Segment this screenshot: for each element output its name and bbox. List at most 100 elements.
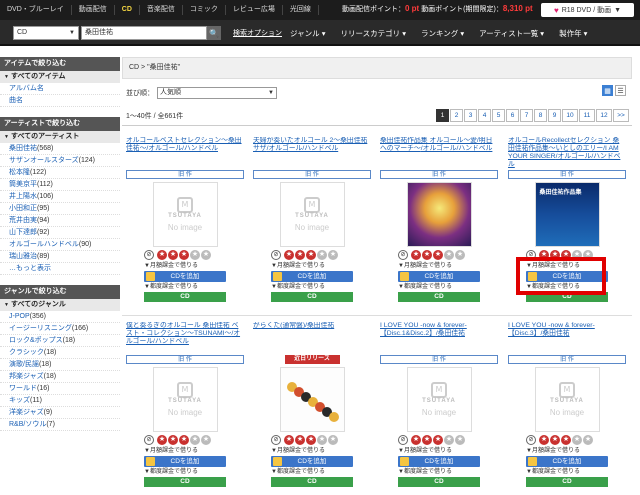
cd-format-button[interactable]: CD — [144, 292, 226, 302]
cd-format-button[interactable]: CD — [271, 292, 353, 302]
no-rating-icon[interactable]: ⊘ — [398, 435, 408, 445]
product-artist[interactable]: /桑田佳祐 — [540, 330, 569, 337]
rental-monthly-link[interactable]: ▼月額課金で借りる — [126, 447, 244, 455]
mainnav-item[interactable]: ジャンル ▾ — [290, 28, 325, 39]
sidebar-item-label[interactable]: 邦楽ジャズ — [9, 373, 44, 380]
search-input[interactable]: 桑田佳祐 — [81, 26, 207, 40]
category-select[interactable]: CD ▼ — [13, 26, 79, 40]
sidebar-item[interactable]: 桑田佳祐(568) — [0, 143, 120, 155]
cd-format-button[interactable]: CD — [398, 477, 480, 487]
product-title[interactable]: 桑田佳祐作品集 オルゴール〜愛/明日へのマーチ〜/オルゴール/ハンドベル — [380, 137, 498, 169]
sidebar-item-label[interactable]: J-POP — [9, 313, 30, 320]
topnav-item[interactable]: 音楽配信 — [140, 5, 183, 15]
sidebar-item-label[interactable]: オルゴールハンドベル — [9, 241, 79, 248]
add-cd-button[interactable]: CDを追加 — [526, 456, 608, 467]
sidebar-item[interactable]: 演歌/民謡(18) — [0, 359, 120, 371]
page-button[interactable]: 12 — [596, 109, 612, 122]
sidebar-item-label[interactable]: 井上陽水 — [9, 193, 37, 200]
rental-each-link[interactable]: ▼都度課金で借りる — [126, 468, 244, 476]
product-artist[interactable]: /オルゴール/ハンドベル — [421, 145, 493, 152]
product-artist[interactable]: /桑田佳祐 — [436, 330, 465, 337]
star-icon[interactable]: ★ — [433, 250, 443, 260]
sidebar-item[interactable]: 松本隆(122) — [0, 167, 120, 179]
items-all[interactable]: すべてのアイテム — [0, 71, 120, 83]
product-artist[interactable]: /オルゴール/ハンドベル — [267, 145, 339, 152]
product-title[interactable]: 夫婦が奏いたオルゴール 2〜桑田佳祐サザ/オルゴール/ハンドベル — [253, 137, 371, 169]
product-jacket[interactable]: Ⅿ TSUTAYA No image — [152, 182, 218, 247]
star-icon[interactable]: ★ — [433, 435, 443, 445]
sidebar-item[interactable]: アルバム名 — [0, 83, 120, 95]
add-cd-button[interactable]: CDを追加 — [144, 271, 226, 282]
rental-monthly-link[interactable]: ▼月額課金で借りる — [253, 262, 371, 270]
star-icon[interactable]: ★ — [317, 435, 327, 445]
sidebar-item-label[interactable]: 松本隆 — [9, 169, 30, 176]
product-title[interactable]: オルゴールベストセレクション〜桑田佳祐〜/オルゴール/ハンドベル — [126, 137, 244, 169]
sidebar-item-label[interactable]: R&B/ソウル — [9, 421, 46, 428]
page-button[interactable]: 1 — [436, 109, 449, 122]
sidebar-item-label[interactable]: 荒井由実 — [9, 217, 37, 224]
star-icon[interactable]: ★ — [306, 435, 316, 445]
sidebar-item[interactable]: 小田和正(95) — [0, 203, 120, 215]
sidebar-item-label[interactable]: 筒美京平 — [9, 181, 37, 188]
sidebar-item[interactable]: 山下達郎(92) — [0, 227, 120, 239]
page-button[interactable]: >> — [613, 109, 629, 122]
sidebar-item[interactable]: 邦楽ジャズ(18) — [0, 371, 120, 383]
sidebar-item-label[interactable]: クラシック — [9, 349, 44, 356]
list-view-icon[interactable]: ☰ — [615, 85, 626, 96]
star-icon[interactable]: ★ — [572, 435, 582, 445]
rental-each-link[interactable]: ▼都度課金で借りる — [253, 283, 371, 291]
more-link[interactable]: …もっと表示 — [0, 263, 120, 275]
page-button[interactable]: 2 — [450, 109, 463, 122]
sidebar-item[interactable]: キッズ(11) — [0, 395, 120, 407]
product-title[interactable]: がらくた(通常盤)/桑田佳祐 — [253, 322, 371, 354]
artists-all[interactable]: すべてのアーティスト — [0, 131, 120, 143]
rental-each-link[interactable]: ▼都度課金で借りる — [380, 283, 498, 291]
page-button[interactable]: 6 — [506, 109, 519, 122]
sidebar-item[interactable]: J-POP(356) — [0, 311, 120, 323]
sidebar-item[interactable]: 瑞山雅治(89) — [0, 251, 120, 263]
grid-view-icon[interactable]: ▦ — [602, 85, 613, 96]
no-rating-icon[interactable]: ⊘ — [526, 435, 536, 445]
sidebar-item[interactable]: 筒美京平(112) — [0, 179, 120, 191]
star-icon[interactable]: ★ — [328, 435, 338, 445]
sidebar-item-label[interactable]: 桑田佳祐 — [9, 145, 37, 152]
product-jacket[interactable] — [406, 182, 472, 247]
sidebar-item[interactable]: サザンオールスターズ(124) — [0, 155, 120, 167]
star-icon[interactable]: ★ — [422, 435, 432, 445]
page-button[interactable]: 3 — [464, 109, 477, 122]
rental-monthly-link[interactable]: ▼月額課金で借りる — [126, 262, 244, 270]
star-icon[interactable]: ★ — [201, 250, 211, 260]
sidebar-item[interactable]: 荒井由実(94) — [0, 215, 120, 227]
page-button[interactable]: 8 — [534, 109, 547, 122]
topnav-item[interactable]: 動画配信 — [72, 5, 115, 15]
topnav-item[interactable]: コミック — [183, 5, 226, 15]
rental-monthly-link[interactable]: ▼月額課金で借りる — [508, 447, 626, 455]
genres-all[interactable]: すべてのジャンル — [0, 299, 120, 311]
rental-monthly-link[interactable]: ▼月額課金で借りる — [380, 447, 498, 455]
star-icon[interactable]: ★ — [444, 435, 454, 445]
product-jacket[interactable]: Ⅿ TSUTAYA No image — [152, 367, 218, 432]
add-cd-button[interactable]: CDを追加 — [271, 271, 353, 282]
no-rating-icon[interactable]: ⊘ — [144, 435, 154, 445]
star-icon[interactable]: ★ — [411, 250, 421, 260]
star-icon[interactable]: ★ — [561, 435, 571, 445]
no-rating-icon[interactable]: ⊘ — [271, 250, 281, 260]
star-icon[interactable]: ★ — [550, 435, 560, 445]
add-cd-button[interactable]: CDを追加 — [398, 456, 480, 467]
sidebar-item-label[interactable]: 曲名 — [9, 97, 23, 104]
product-jacket[interactable]: Ⅿ TSUTAYA No image — [534, 367, 600, 432]
product-artist[interactable]: /桑田佳祐 — [305, 322, 334, 329]
topnav-item[interactable]: CD — [115, 5, 140, 15]
sidebar-item-label[interactable]: 小田和正 — [9, 205, 37, 212]
r18-button[interactable]: ♥ R18 DVD / 動画 ▼ — [541, 3, 634, 17]
star-icon[interactable]: ★ — [284, 435, 294, 445]
product-title[interactable]: オルゴールRecollectセレクション 桑田佳祐作品集〜いとしのエリー/I A… — [508, 137, 626, 169]
star-icon[interactable]: ★ — [157, 435, 167, 445]
rental-monthly-link[interactable]: ▼月額課金で借りる — [253, 447, 371, 455]
rental-each-link[interactable]: ▼都度課金で借りる — [508, 468, 626, 476]
star-icon[interactable]: ★ — [201, 435, 211, 445]
star-icon[interactable]: ★ — [179, 250, 189, 260]
product-title[interactable]: 僕と奏るぎのオルゴール 桑田佳祐 ベスト・コレクション〜TSUNAMI〜/オルゴ… — [126, 322, 244, 354]
page-button[interactable]: 7 — [520, 109, 533, 122]
product-jacket[interactable] — [279, 367, 345, 432]
